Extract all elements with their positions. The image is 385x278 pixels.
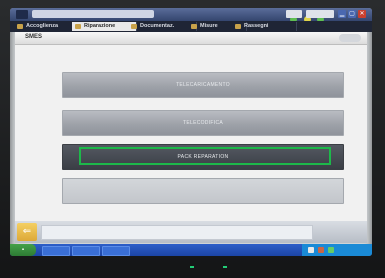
close-button[interactable]: ✕ bbox=[358, 10, 366, 18]
tab-label: Misure bbox=[200, 23, 218, 29]
meter-icon bbox=[191, 24, 197, 29]
footer-bar: ⇐ bbox=[15, 221, 367, 243]
window-title bbox=[32, 10, 154, 18]
menu-item-telecodifica[interactable]: TELECODIFICA bbox=[62, 110, 344, 136]
book-icon bbox=[131, 24, 137, 29]
tray-icon[interactable] bbox=[318, 247, 324, 253]
tab-label: Documentaz. bbox=[140, 23, 175, 29]
system-tray bbox=[302, 244, 372, 256]
back-button[interactable]: ⇐ bbox=[17, 223, 37, 241]
minimize-button[interactable]: ▁ bbox=[338, 10, 346, 18]
tab-documentazione[interactable]: Documentaz. bbox=[128, 22, 197, 31]
taskbar-item[interactable] bbox=[102, 246, 130, 256]
led-icon bbox=[223, 266, 228, 268]
tab-label: Rassegni bbox=[244, 23, 269, 29]
menu-item-telecaricamento[interactable]: TELECARICAMENTO bbox=[62, 72, 344, 98]
taskbar-item[interactable] bbox=[42, 246, 70, 256]
tab-bar: Accoglienza Riparazione Documentaz. Misu… bbox=[10, 21, 372, 32]
house-icon bbox=[17, 24, 23, 29]
brand-logo bbox=[339, 34, 361, 42]
menu-item-label: TELECODIFICA bbox=[183, 120, 223, 126]
back-arrow-icon: ⇐ bbox=[22, 226, 32, 237]
page-header: SMES bbox=[15, 32, 367, 45]
taskbar: ▪ bbox=[10, 244, 372, 256]
tab-accoglienza[interactable]: Accoglienza bbox=[14, 22, 77, 31]
maximize-button[interactable]: ▢ bbox=[348, 10, 356, 18]
tab-label: Riparazione bbox=[84, 23, 116, 29]
selection-highlight bbox=[79, 147, 331, 165]
title-bar: ▁ ▢ ✕ bbox=[10, 8, 372, 23]
toolbar-field[interactable] bbox=[286, 10, 302, 18]
tray-icon[interactable] bbox=[308, 247, 314, 253]
page-title: SMES bbox=[25, 34, 43, 40]
toolbar-field[interactable] bbox=[306, 10, 334, 18]
tab-label: Accoglienza bbox=[26, 23, 59, 29]
wrench-icon bbox=[75, 24, 81, 29]
taskbar-item[interactable] bbox=[72, 246, 100, 256]
start-button[interactable]: ▪ bbox=[10, 244, 36, 256]
app-screen: ▁ ▢ ✕ Accoglienza Riparazione Documentaz… bbox=[10, 8, 372, 256]
menu-item-disabled[interactable] bbox=[62, 178, 344, 204]
menu-item-label: TELECARICAMENTO bbox=[176, 82, 230, 88]
monitor-bezel-leds bbox=[190, 264, 228, 270]
tab-rassegni[interactable]: Rassegni bbox=[232, 22, 297, 31]
app-logo-icon bbox=[16, 10, 28, 19]
footer-message-field bbox=[41, 225, 313, 240]
tray-icon[interactable] bbox=[328, 247, 334, 253]
led-icon bbox=[190, 266, 194, 268]
folder-icon bbox=[235, 24, 241, 29]
